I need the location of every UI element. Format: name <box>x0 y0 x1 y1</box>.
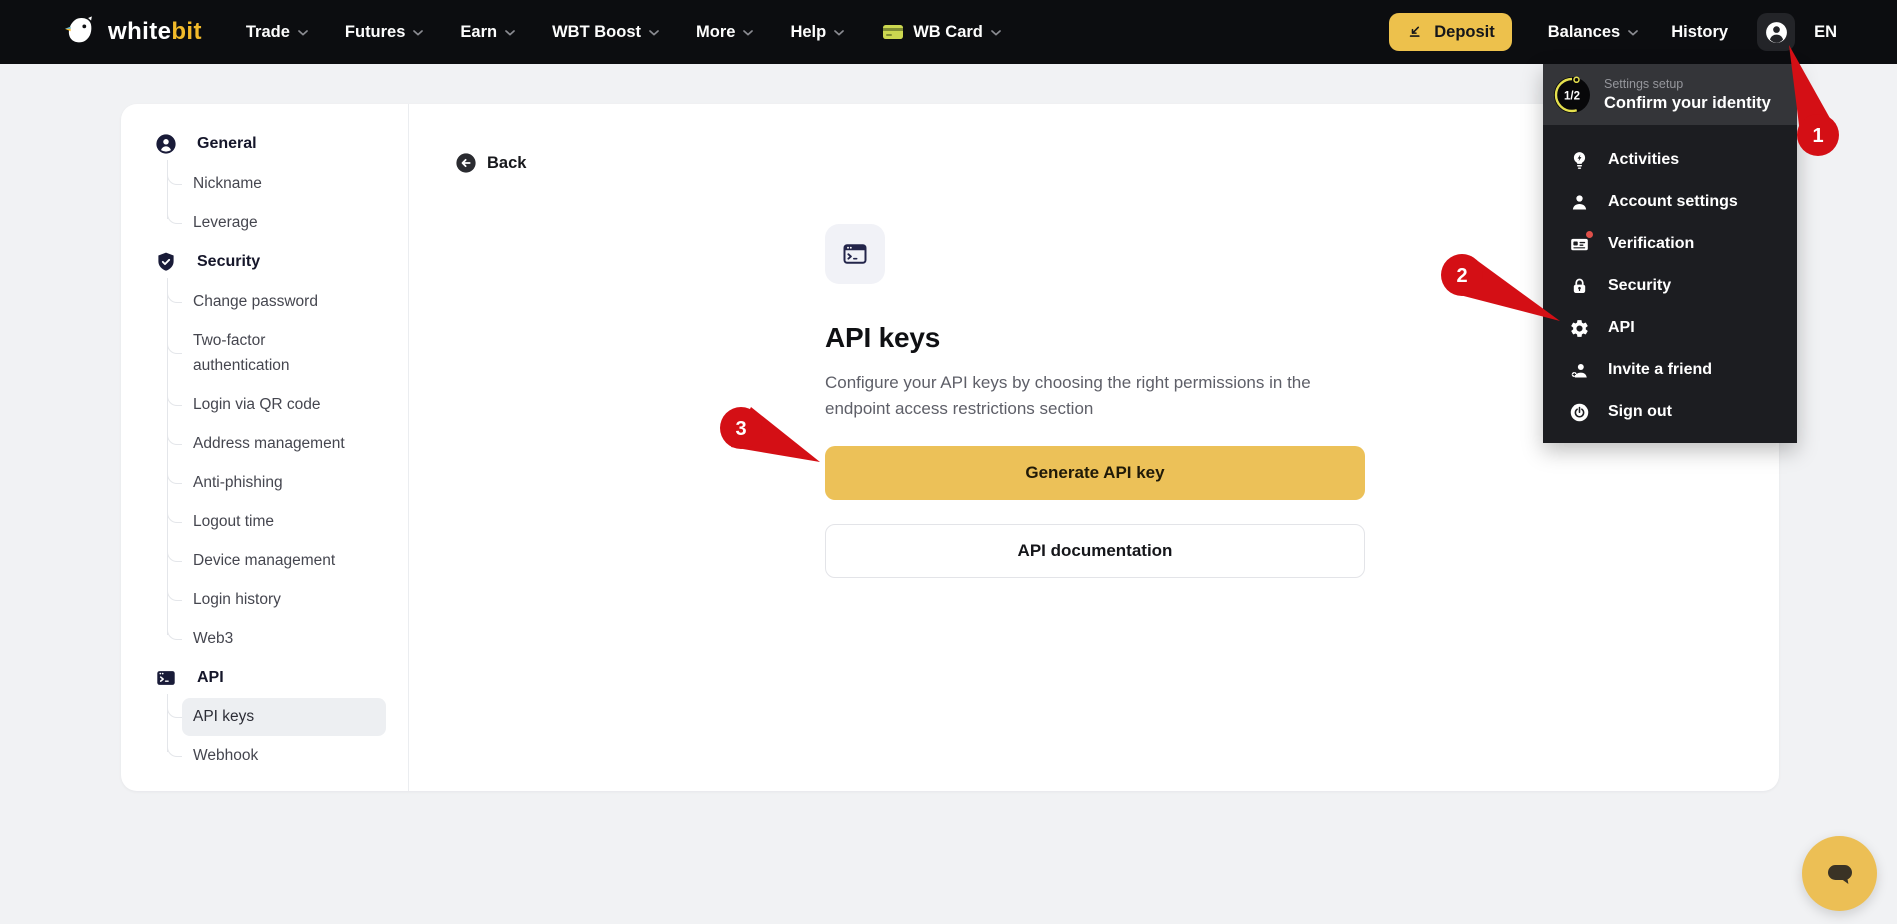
logo-text: whitebit <box>108 18 202 45</box>
menu-item-security[interactable]: Security <box>1543 265 1797 307</box>
setup-progress-circle: 1/2 <box>1554 76 1590 113</box>
id-card-icon <box>1568 231 1593 255</box>
api-keys-tile <box>825 224 885 284</box>
menu-item-invite-a-friend[interactable]: Invite a friend <box>1543 349 1797 391</box>
sidebar-item-login-via-qr-code[interactable]: Login via QR code <box>167 385 386 424</box>
nav-item-earn[interactable]: Earn <box>460 23 515 42</box>
generate-api-key-button[interactable]: Generate API key <box>825 446 1365 500</box>
gear-icon <box>1568 317 1590 339</box>
setup-title: Confirm your identity <box>1604 93 1771 112</box>
nav-item-help[interactable]: Help <box>790 23 844 42</box>
lock-icon <box>1568 275 1590 297</box>
user-avatar-icon <box>1764 20 1789 45</box>
nav-item-futures[interactable]: Futures <box>345 23 424 42</box>
sidebar-item-leverage[interactable]: Leverage <box>167 203 386 242</box>
sidebar-item-change-password[interactable]: Change password <box>167 282 386 321</box>
activities-bulb-icon <box>1568 149 1590 171</box>
nav-item-wb-card[interactable]: WB Card <box>881 20 1001 44</box>
api-documentation-button[interactable]: API documentation <box>825 524 1365 578</box>
menu-item-account-settings[interactable]: Account settings <box>1543 181 1797 223</box>
deposit-arrow-icon <box>1406 23 1425 42</box>
deposit-button[interactable]: Deposit <box>1389 13 1512 51</box>
account-menu-list: Activities Account settings Verification… <box>1543 125 1797 433</box>
page-title: API keys <box>825 322 941 353</box>
sidebar-item-logout-time[interactable]: Logout time <box>167 502 386 541</box>
chevron-down-icon <box>743 30 753 36</box>
chevron-down-icon <box>413 30 423 36</box>
settings-card: General Nickname Leverage Security Chang… <box>121 104 1779 791</box>
navbar-right: Deposit Balances History EN <box>1389 13 1837 51</box>
sidebar-item-address-management[interactable]: Address management <box>167 424 386 463</box>
wb-card-icon <box>881 20 905 44</box>
sidebar-section-general[interactable]: General <box>155 124 386 164</box>
chevron-down-icon <box>834 30 844 36</box>
api-keys-content: API keys Configure your API keys by choo… <box>825 224 1365 578</box>
main-nav: Trade Futures Earn WBT Boost More Help <box>246 23 844 42</box>
logo-bird-icon <box>64 15 98 49</box>
nav-item-more[interactable]: More <box>696 23 753 42</box>
sidebar-general-sublist: Nickname Leverage <box>167 160 386 242</box>
person-circle-icon <box>155 133 177 155</box>
sidebar-api-sublist: API keys Webhook <box>167 694 386 775</box>
language-selector[interactable]: EN <box>1814 23 1837 42</box>
terminal-window-icon <box>841 240 869 268</box>
back-arrow-icon <box>455 152 477 174</box>
chevron-down-icon <box>991 30 1001 36</box>
menu-item-activities[interactable]: Activities <box>1543 139 1797 181</box>
invite-friend-icon <box>1568 359 1590 381</box>
support-chat-button[interactable] <box>1802 836 1877 911</box>
settings-setup-banner[interactable]: 1/2 Settings setup Confirm your identity <box>1543 64 1797 125</box>
notification-dot <box>1586 231 1593 238</box>
setup-label: Settings setup <box>1604 76 1684 91</box>
sidebar-item-device-management[interactable]: Device management <box>167 541 386 580</box>
chevron-down-icon <box>1628 30 1638 36</box>
terminal-icon <box>155 667 177 689</box>
whitebit-logo[interactable]: whitebit <box>64 15 202 49</box>
menu-item-api[interactable]: API <box>1543 307 1797 349</box>
menu-item-sign-out[interactable]: Sign out <box>1543 391 1797 433</box>
top-navbar: whitebit Trade Futures Earn WBT Boost Mo… <box>0 0 1897 64</box>
page-description: Configure your API keys by choosing the … <box>825 373 1311 418</box>
sidebar-item-login-history[interactable]: Login history <box>167 580 386 619</box>
chevron-down-icon <box>298 30 308 36</box>
setup-progress-label: 1/2 <box>1564 90 1580 102</box>
sidebar-section-api[interactable]: API <box>155 658 386 698</box>
sidebar-item-web3[interactable]: Web3 <box>167 619 386 658</box>
sidebar-item-anti-phishing[interactable]: Anti-phishing <box>167 463 386 502</box>
history-link[interactable]: History <box>1671 23 1728 42</box>
sidebar-item-api-keys[interactable]: API keys <box>167 698 386 736</box>
sidebar-item-nickname[interactable]: Nickname <box>167 164 386 203</box>
sidebar-security-sublist: Change password Two-factor authenticatio… <box>167 278 386 658</box>
chat-bubble-icon <box>1822 856 1858 892</box>
power-icon <box>1568 401 1590 423</box>
annotation-number-1: 1 <box>1812 125 1823 147</box>
menu-item-verification[interactable]: Verification <box>1543 223 1797 265</box>
chevron-down-icon <box>505 30 515 36</box>
sidebar-item-two-factor-authentication[interactable]: Two-factor authentication <box>167 321 386 385</box>
settings-sidebar: General Nickname Leverage Security Chang… <box>121 104 409 791</box>
chevron-down-icon <box>649 30 659 36</box>
back-button[interactable]: Back <box>455 152 526 174</box>
account-avatar-button[interactable] <box>1757 13 1796 51</box>
sidebar-item-webhook[interactable]: Webhook <box>167 736 386 775</box>
sidebar-section-security[interactable]: Security <box>155 242 386 282</box>
shield-check-icon <box>155 251 177 273</box>
nav-item-wbt-boost[interactable]: WBT Boost <box>552 23 659 42</box>
nav-item-trade[interactable]: Trade <box>246 23 308 42</box>
account-dropdown-menu: 1/2 Settings setup Confirm your identity… <box>1543 64 1797 443</box>
person-icon <box>1568 191 1590 213</box>
balances-menu[interactable]: Balances <box>1548 23 1638 42</box>
